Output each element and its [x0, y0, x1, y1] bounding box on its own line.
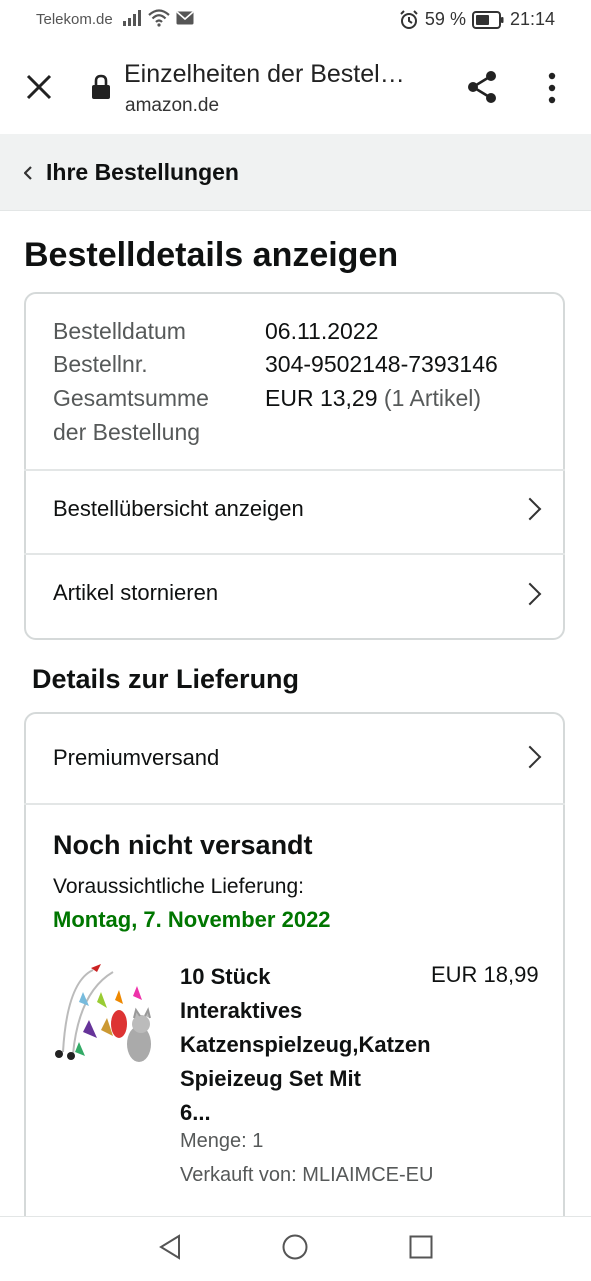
wifi-icon	[148, 9, 170, 27]
close-icon[interactable]	[26, 74, 52, 100]
breadcrumb-link[interactable]: Ihre Bestellungen	[46, 159, 239, 186]
carrier-name: Telekom.de	[36, 11, 113, 28]
product-title-line[interactable]: 10 Stück	[180, 960, 465, 994]
product-title-line[interactable]: Interaktives	[180, 994, 465, 1028]
order-summary-link[interactable]: Bestellübersicht anzeigen	[53, 496, 304, 522]
product-title-line[interactable]: Spieizeug Set Mit	[180, 1062, 465, 1096]
browser-toolbar	[0, 42, 591, 136]
chevron-left-icon	[23, 166, 32, 180]
browser-domain[interactable]: amazon.de	[125, 95, 219, 117]
expected-delivery-date: Montag, 7. November 2022	[53, 907, 331, 932]
order-item-count: (1 Artikel)	[383, 385, 482, 411]
battery-icon	[471, 10, 504, 29]
home-icon[interactable]	[282, 1234, 308, 1260]
cancel-items-link[interactable]: Artikel stornieren	[53, 580, 218, 606]
product-image[interactable]	[53, 962, 157, 1066]
lock-icon	[91, 74, 111, 100]
expected-delivery-label: Voraussichtliche Lieferung:	[53, 875, 304, 898]
order-total-label: Gesamtsumme	[53, 385, 209, 411]
product-seller: Verkauft von: MLIAIMCE-EU	[180, 1164, 434, 1186]
shipping-method-link[interactable]: Premiumversand	[53, 745, 219, 771]
order-number-value: 304-9502148-7393146	[265, 351, 498, 377]
product-title-line[interactable]: 6...	[180, 1096, 465, 1130]
order-total-label-2: der Bestellung	[53, 419, 201, 445]
order-date-value: 06.11.2022	[265, 318, 379, 344]
status-bar: Telekom.de 59 % 21:14	[0, 0, 591, 42]
product-price: EUR 18,99	[431, 962, 539, 987]
product-quantity: Menge: 1	[180, 1130, 264, 1152]
divider	[24, 803, 565, 805]
battery-percent: 59 %	[424, 9, 466, 29]
delivery-section-title: Details zur Lieferung	[32, 664, 300, 694]
recent-apps-icon[interactable]	[409, 1235, 433, 1259]
share-icon[interactable]	[466, 70, 498, 104]
order-date-label: Bestelldatum	[53, 318, 186, 344]
status-right: 59 % 21:14	[399, 9, 555, 30]
order-total-value: EUR 13,29	[265, 385, 378, 411]
status-icons	[122, 9, 194, 27]
back-icon[interactable]	[158, 1234, 182, 1260]
order-number-label: Bestellnr.	[53, 351, 148, 377]
page-title: Bestelldetails anzeigen	[24, 236, 399, 274]
more-options-icon[interactable]	[547, 72, 557, 104]
browser-page-title[interactable]: Einzelheiten der Bestel…	[124, 60, 434, 89]
signal-icon	[123, 10, 141, 26]
mail-icon	[176, 11, 194, 25]
order-total: EUR 13,29 (1 Artikel)	[265, 385, 481, 412]
alarm-icon	[400, 9, 418, 29]
shipment-status: Noch nicht versandt	[53, 830, 313, 860]
product-title-line[interactable]: Katzenspielzeug,Katzen	[180, 1028, 465, 1062]
product-title[interactable]: 10 Stück Interaktives Katzenspielzeug,Ka…	[180, 960, 465, 1130]
clock: 21:14	[509, 9, 555, 29]
